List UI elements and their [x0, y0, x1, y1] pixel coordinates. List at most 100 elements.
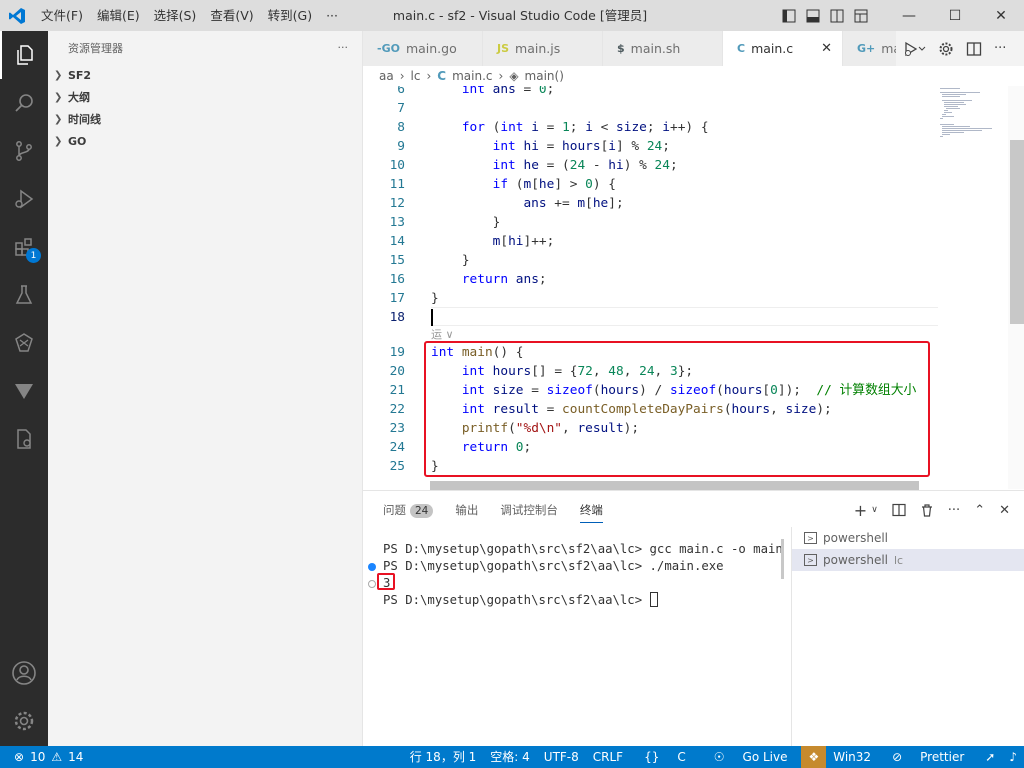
breadcrumb-aa[interactable]: aa: [379, 69, 394, 83]
breadcrumb-lc[interactable]: lc: [411, 69, 421, 83]
tab-main-go[interactable]: -GO main.go: [363, 31, 483, 66]
code-line-6: 6 int ans = 0;: [397, 86, 555, 97]
terminal-scrollbar[interactable]: [781, 539, 784, 579]
layout-controls: [782, 0, 868, 31]
code-line-12: 12 ans += m[he];: [389, 196, 624, 211]
extensions-badge: 1: [26, 248, 41, 263]
maximize-icon[interactable]: ☐: [932, 0, 978, 31]
command-success-icon[interactable]: [368, 563, 376, 571]
menu-bar: 文件(F) 编辑(E) 选择(S) 查看(V) 转到(G) ···: [34, 0, 345, 31]
explorer-icon[interactable]: [0, 31, 48, 79]
search-icon[interactable]: [0, 79, 48, 127]
indentation[interactable]: 空格: 4: [483, 746, 537, 768]
code-line-10: 10 int he = (24 - hi) % 24;: [389, 158, 678, 173]
toggle-primary-sidebar-icon[interactable]: [782, 9, 796, 23]
run-code-icon[interactable]: [904, 41, 926, 57]
tab-main-sh[interactable]: $ main.sh: [603, 31, 723, 66]
breadcrumb-file[interactable]: main.c: [452, 69, 492, 83]
customize-layout-icon[interactable]: [854, 9, 868, 23]
activity-bar: 1: [0, 31, 48, 746]
output-highlight-box: [377, 573, 395, 590]
tab-debug-console[interactable]: 调试控制台: [500, 502, 558, 518]
warning-icon: ⚠: [51, 750, 63, 764]
kill-terminal-icon[interactable]: [920, 503, 934, 517]
maximize-panel-icon[interactable]: ⌃: [974, 503, 985, 518]
toggle-panel-icon[interactable]: [806, 9, 820, 23]
tab-main-c[interactable]: Cmain.c ✕: [723, 31, 843, 66]
section-timeline[interactable]: ❯ 时间线: [48, 108, 362, 130]
docker-icon[interactable]: [0, 415, 48, 463]
notifications-bell-icon[interactable]: ♪: [1002, 746, 1024, 768]
explorer-sidebar: 资源管理器 ··· ❯ SF2 ❯ 大纲 ❯ 时间线 ❯ GO: [48, 31, 363, 746]
code-line-16: 16 return ans;: [389, 272, 547, 287]
tab-main-cpp[interactable]: G+ mai: [843, 31, 905, 66]
extensions-icon[interactable]: 1: [0, 223, 48, 271]
editor-actions: ···: [896, 31, 1024, 66]
scrollbar-thumb[interactable]: [1010, 140, 1024, 324]
menu-more[interactable]: ···: [319, 0, 345, 31]
more-actions-icon[interactable]: ···: [948, 503, 960, 518]
problems-status[interactable]: ⊗ 10 ⚠ 14: [0, 750, 83, 764]
terminal-item-powershell[interactable]: > powershell: [792, 527, 1024, 549]
accounts-icon[interactable]: [0, 649, 48, 697]
feedback-icon[interactable]: ➚: [978, 746, 1002, 768]
sidebar-more-button[interactable]: ···: [338, 41, 349, 54]
terminal-line: PS D:\mysetup\gopath\src\sf2\aa\lc>: [383, 592, 783, 609]
toggle-secondary-sidebar-icon[interactable]: [830, 9, 844, 23]
go-file-icon: -GO: [377, 42, 400, 55]
gitlens-icon[interactable]: [0, 367, 48, 415]
section-sf2[interactable]: ❯ SF2: [48, 64, 362, 86]
close-window-icon[interactable]: ✕: [978, 0, 1024, 31]
go-live-button[interactable]: ☉ Go Live: [700, 746, 802, 768]
section-outline[interactable]: ❯ 大纲: [48, 86, 362, 108]
codelens-run[interactable]: 运 ∨: [431, 326, 454, 342]
menu-selection[interactable]: 选择(S): [147, 0, 204, 31]
terminal-item-powershell-lc[interactable]: > powershell lc: [792, 549, 1024, 571]
command-decoration-icon[interactable]: [368, 580, 376, 588]
menu-view[interactable]: 查看(V): [203, 0, 260, 31]
tab-output[interactable]: 输出: [455, 502, 478, 518]
line-ending[interactable]: CRLF: [586, 746, 630, 768]
source-control-icon[interactable]: [0, 127, 48, 175]
editor-horizontal-scrollbar[interactable]: [430, 481, 919, 490]
minimize-icon[interactable]: —: [886, 0, 932, 31]
cursor-position[interactable]: 行 18，列 1: [403, 746, 484, 768]
tab-terminal[interactable]: 终端: [579, 502, 603, 523]
settings-gear-icon[interactable]: [0, 697, 48, 745]
chevron-down-icon[interactable]: ∨: [871, 505, 878, 515]
editor-vertical-scrollbar[interactable]: [1008, 86, 1024, 489]
testing-icon[interactable]: [0, 271, 48, 319]
c-file-icon: C: [737, 42, 746, 55]
tab-problems[interactable]: 问题 24: [383, 502, 434, 518]
close-panel-icon[interactable]: ✕: [999, 503, 1010, 518]
close-tab-icon[interactable]: ✕: [821, 41, 832, 56]
menu-go[interactable]: 转到(G): [261, 0, 319, 31]
breadcrumb-symbol[interactable]: main(): [525, 69, 564, 83]
extension-status-icon[interactable]: ❖: [801, 746, 827, 768]
settings-icon[interactable]: [938, 41, 954, 57]
code-line-13: 13 }: [389, 215, 501, 230]
sidebar-title: 资源管理器: [68, 41, 123, 55]
more-actions-icon[interactable]: ···: [994, 41, 1006, 56]
minimap[interactable]: [938, 86, 1008, 489]
split-terminal-icon[interactable]: [892, 503, 906, 517]
tab-main-js[interactable]: JS main.js: [483, 31, 603, 66]
c-file-icon: C: [437, 69, 447, 83]
cube-symbol-icon: ◈: [509, 69, 519, 83]
terminal-line: PS D:\mysetup\gopath\src\sf2\aa\lc> ./ma…: [368, 558, 783, 575]
new-terminal-icon[interactable]: +: [854, 501, 867, 520]
remote-explorer-icon[interactable]: [0, 319, 48, 367]
terminal-output[interactable]: PS D:\mysetup\gopath\src\sf2\aa\lc> gcc …: [368, 541, 783, 609]
section-go[interactable]: ❯ GO: [48, 130, 362, 152]
encoding[interactable]: UTF-8: [537, 746, 586, 768]
status-bar: ⊗ 10 ⚠ 14 行 18，列 1 空格: 4 UTF-8 CRLF {} C ☉ G…: [0, 746, 1024, 768]
language-mode[interactable]: {} C: [630, 746, 700, 768]
prettier-status[interactable]: ⊘ Prettier: [878, 746, 978, 768]
run-debug-icon[interactable]: [0, 175, 48, 223]
code-line-15: 15 }: [389, 253, 470, 268]
menu-file[interactable]: 文件(F): [34, 0, 90, 31]
platform[interactable]: Win32: [826, 746, 878, 768]
split-editor-icon[interactable]: [966, 41, 982, 57]
code-line-17: 17}: [389, 291, 439, 306]
menu-edit[interactable]: 编辑(E): [90, 0, 147, 31]
